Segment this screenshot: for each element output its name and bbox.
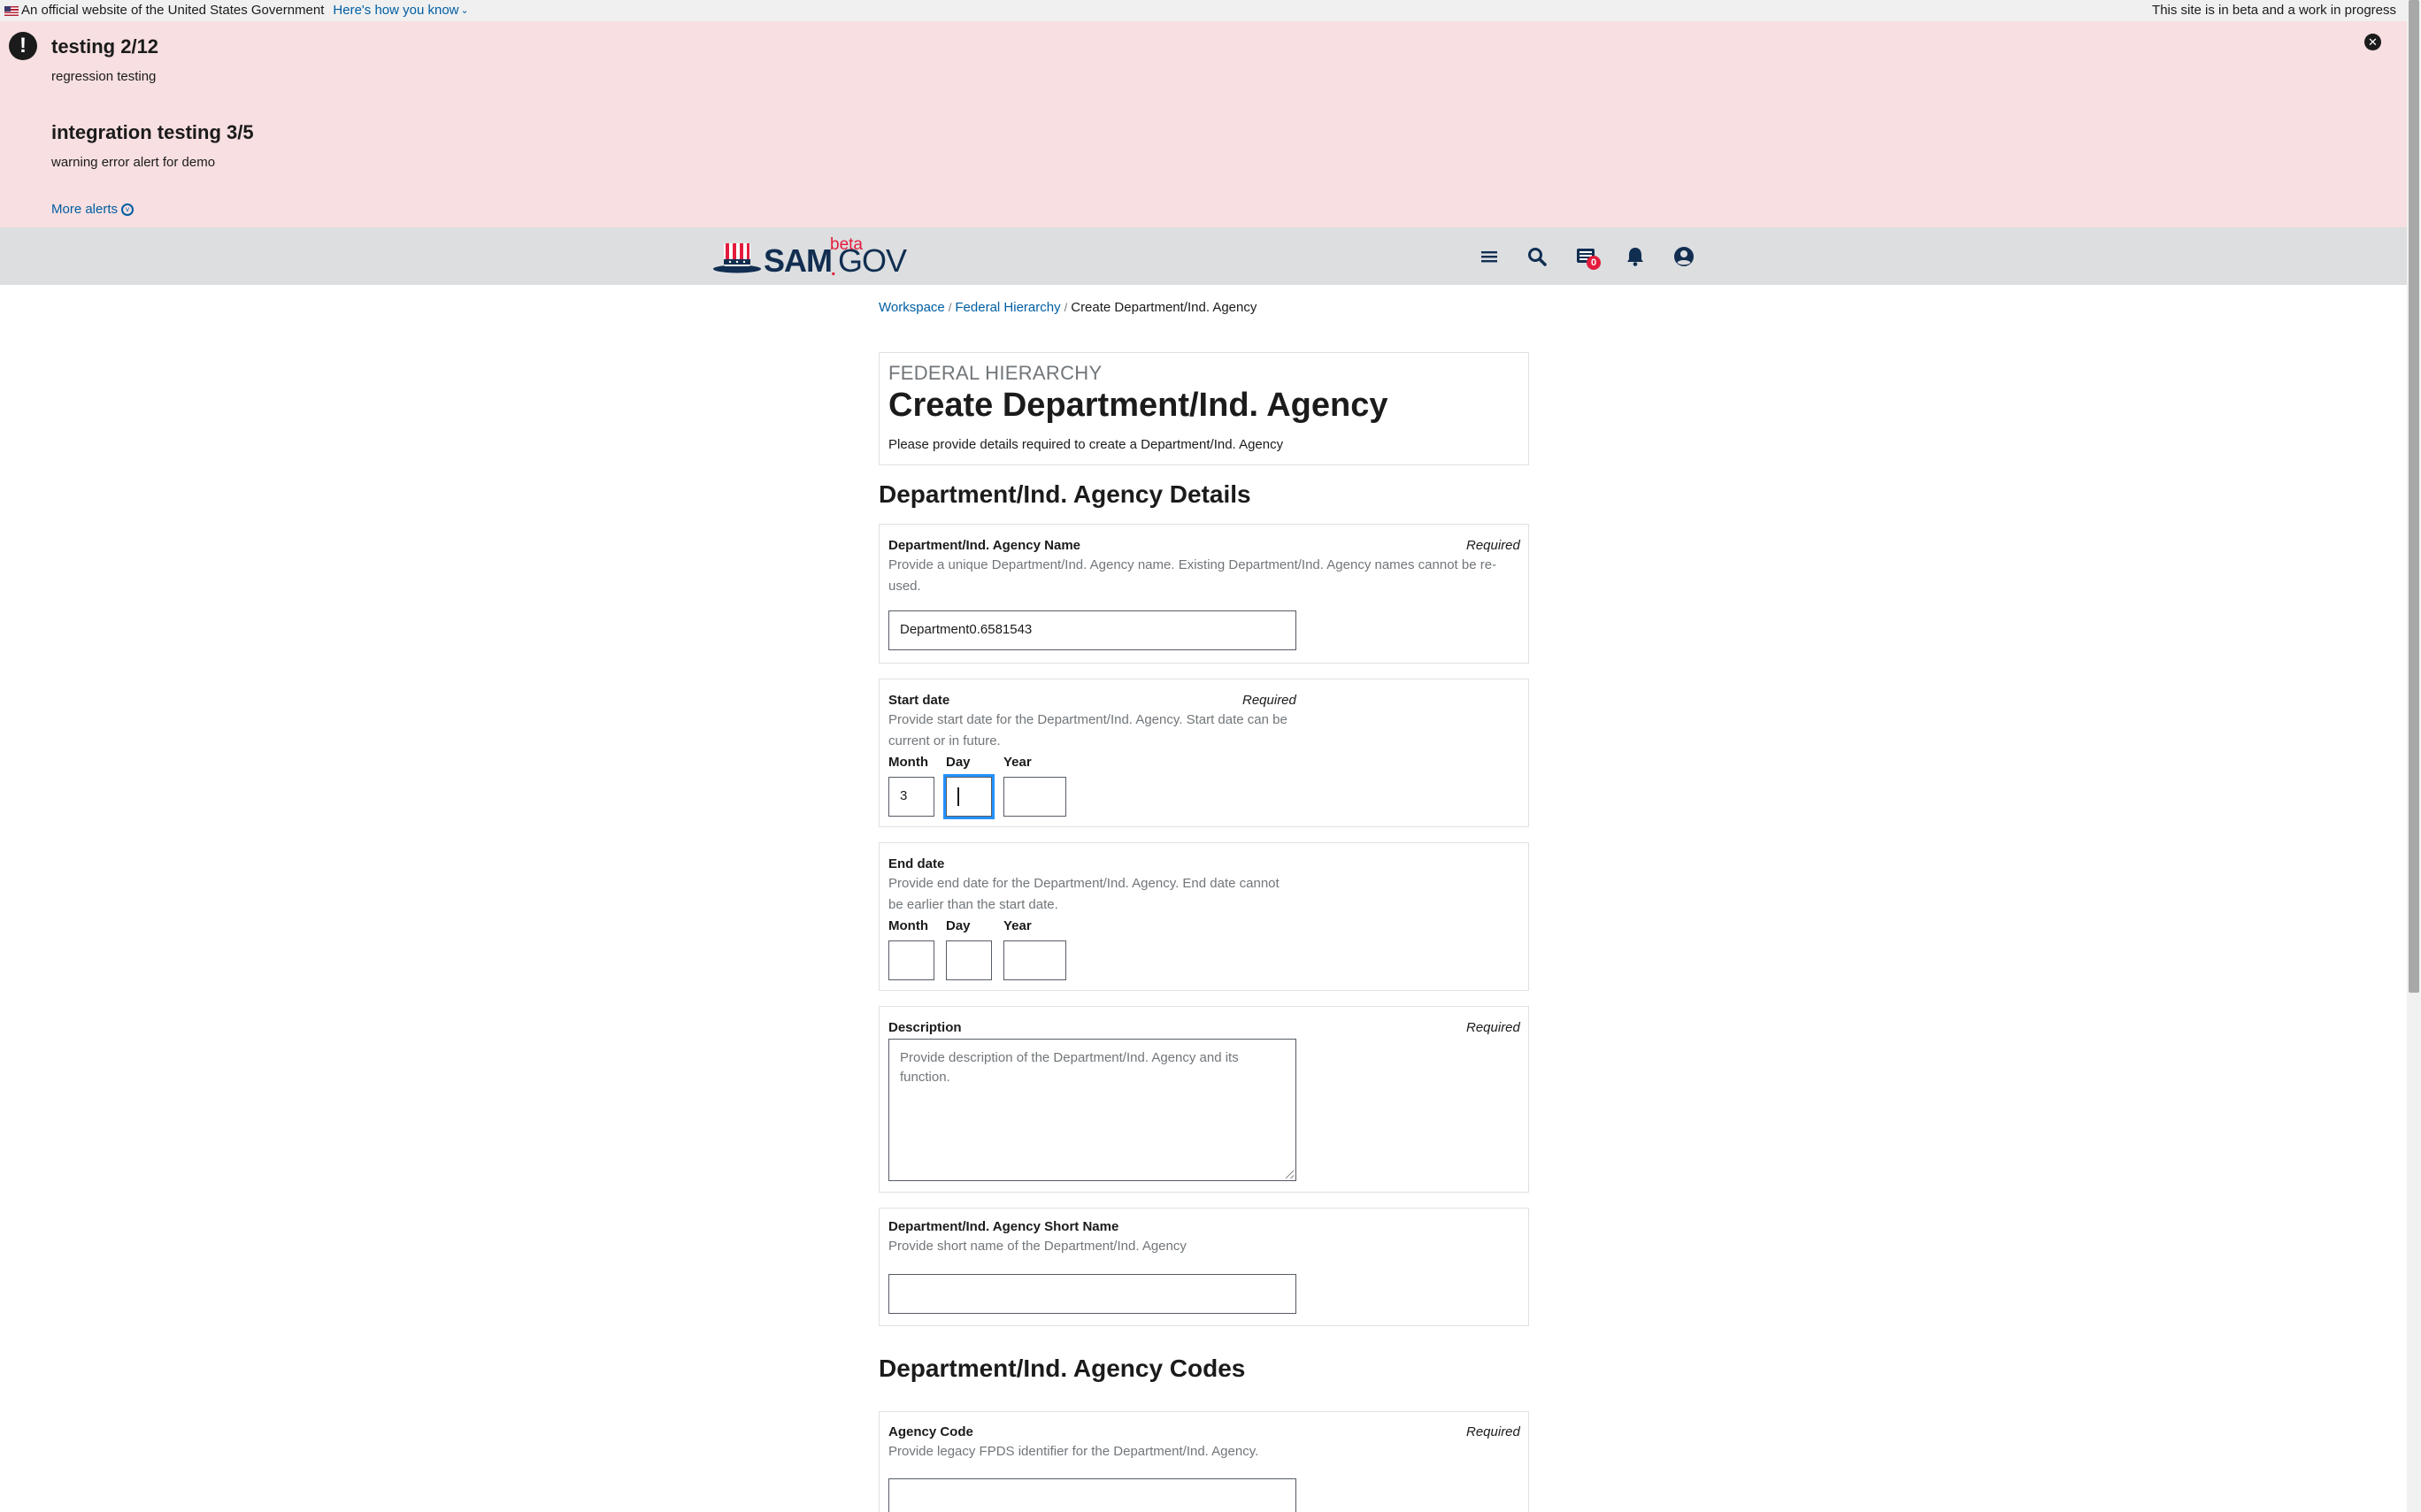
- day-label: Day: [946, 918, 971, 933]
- required-tag: Required: [1242, 693, 1296, 708]
- logo-beta-text: beta: [830, 235, 863, 254]
- site-header: SAM . GOV beta 0: [0, 227, 2407, 285]
- breadcrumb-current: Create Department/Ind. Agency: [1071, 300, 1257, 315]
- day-label: Day: [946, 755, 971, 770]
- gov-banner: An official website of the United States…: [0, 0, 2407, 21]
- breadcrumb-separator: /: [948, 301, 952, 314]
- agency-code-card: Agency Code Required Provide legacy FPDS…: [879, 1411, 1529, 1512]
- year-label: Year: [1003, 918, 1032, 933]
- more-alerts-label[interactable]: More alerts: [51, 202, 118, 217]
- start-date-help: Provide start date for the Department/In…: [888, 710, 1287, 752]
- end-date-card: End date Provide end date for the Depart…: [879, 842, 1529, 991]
- end-day-input[interactable]: [946, 940, 992, 980]
- start-month-input[interactable]: 3: [888, 777, 934, 817]
- text-caret: [957, 787, 959, 806]
- account-icon[interactable]: [1671, 243, 1697, 270]
- required-tag: Required: [1466, 1424, 1520, 1439]
- logo-sam-text: SAM: [764, 242, 833, 279]
- help-line: Provide a unique Department/Ind. Agency …: [888, 557, 1497, 572]
- breadcrumb-separator: /: [1064, 301, 1068, 314]
- end-month-input[interactable]: [888, 940, 934, 980]
- logo-dot: .: [831, 260, 836, 280]
- required-tag: Required: [1466, 1020, 1520, 1035]
- page-title: Create Department/Ind. Agency: [888, 387, 1388, 424]
- close-icon[interactable]: ✕: [2364, 34, 2381, 50]
- name-field-card: Department/Ind. Agency Name Required Pro…: [879, 524, 1529, 664]
- help-line: Provide end date for the Department/Ind.…: [888, 876, 1280, 891]
- start-date-label: Start date: [888, 693, 950, 708]
- us-flag-icon: [4, 5, 19, 16]
- notifications-icon[interactable]: [1622, 243, 1649, 270]
- month-label: Month: [888, 755, 928, 770]
- name-field-label: Department/Ind. Agency Name: [888, 538, 1080, 553]
- description-card: Description Required Provide description…: [879, 1006, 1529, 1193]
- chevron-down-circle-icon[interactable]: ˅: [121, 203, 134, 216]
- help-line: current or in future.: [888, 733, 1001, 748]
- page-overline: FEDERAL HIERARCHY: [888, 362, 1103, 384]
- name-field-help: Provide a unique Department/Ind. Agency …: [888, 555, 1496, 597]
- uncle-sam-hat-icon: [713, 243, 761, 273]
- messages-icon[interactable]: 0: [1572, 243, 1601, 270]
- messages-badge: 0: [1587, 256, 1601, 270]
- alert-title: testing 2/12: [51, 35, 159, 58]
- official-site-text: An official website of the United States…: [21, 3, 325, 18]
- page-subtitle: Please provide details required to creat…: [888, 437, 1284, 452]
- short-name-label: Department/Ind. Agency Short Name: [888, 1219, 1119, 1234]
- end-date-label: End date: [888, 856, 945, 871]
- sam-gov-logo[interactable]: SAM . GOV beta: [712, 233, 907, 280]
- menu-icon[interactable]: [1476, 243, 1503, 270]
- help-line: Provide start date for the Department/In…: [888, 712, 1287, 727]
- short-name-card: Department/Ind. Agency Short Name Provid…: [879, 1208, 1529, 1326]
- description-textarea[interactable]: Provide description of the Department/In…: [888, 1039, 1296, 1181]
- description-label: Description: [888, 1020, 962, 1035]
- textarea-placeholder: Provide description of the Department/In…: [900, 1050, 1239, 1065]
- resize-handle-icon[interactable]: [1286, 1170, 1294, 1178]
- start-year-input[interactable]: [1003, 777, 1066, 817]
- alert-body: regression testing: [51, 69, 157, 84]
- start-day-input[interactable]: [943, 774, 995, 819]
- help-line: be earlier than the start date.: [888, 897, 1058, 912]
- chevron-down-icon[interactable]: ⌄: [461, 0, 469, 21]
- agency-code-input[interactable]: [888, 1478, 1296, 1512]
- search-icon[interactable]: [1524, 243, 1550, 270]
- codes-section-heading: Department/Ind. Agency Codes: [879, 1355, 1246, 1382]
- beta-notice: This site is in beta and a work in progr…: [2152, 3, 2396, 18]
- agency-code-help: Provide legacy FPDS identifier for the D…: [888, 1444, 1259, 1459]
- breadcrumb: Workspace / Federal Hierarchy / Create D…: [879, 300, 1257, 315]
- alert-body: warning error alert for demo: [51, 155, 216, 170]
- short-name-input[interactable]: [888, 1274, 1296, 1314]
- end-date-help: Provide end date for the Department/Ind.…: [888, 873, 1280, 916]
- page-scrollbar[interactable]: [2407, 0, 2421, 1512]
- help-line: used.: [888, 579, 921, 594]
- breadcrumb-workspace-link[interactable]: Workspace: [879, 300, 945, 315]
- short-name-help: Provide short name of the Department/Ind…: [888, 1239, 1187, 1254]
- agency-code-label: Agency Code: [888, 1424, 973, 1439]
- start-date-card: Start date Required Provide start date f…: [879, 679, 1529, 827]
- month-label: Month: [888, 918, 928, 933]
- alert-title: integration testing 3/5: [51, 121, 254, 143]
- more-alerts-link[interactable]: More alerts ˅: [51, 202, 134, 217]
- scrollbar-thumb[interactable]: [2409, 0, 2419, 993]
- breadcrumb-federal-hierarchy-link[interactable]: Federal Hierarchy: [955, 300, 1060, 315]
- textarea-placeholder: function.: [900, 1070, 950, 1085]
- year-label: Year: [1003, 755, 1032, 770]
- end-year-input[interactable]: [1003, 940, 1066, 980]
- how-you-know-link[interactable]: Here's how you know: [333, 0, 458, 21]
- alerts-region: ! ✕ testing 2/12 regression testing inte…: [0, 21, 2407, 227]
- alert-exclamation-icon: !: [9, 32, 37, 60]
- page-title-card: FEDERAL HIERARCHY Create Department/Ind.…: [879, 352, 1529, 465]
- agency-name-input[interactable]: Department0.6581543: [888, 610, 1296, 650]
- required-tag: Required: [1466, 538, 1520, 553]
- details-section-heading: Department/Ind. Agency Details: [879, 480, 1251, 508]
